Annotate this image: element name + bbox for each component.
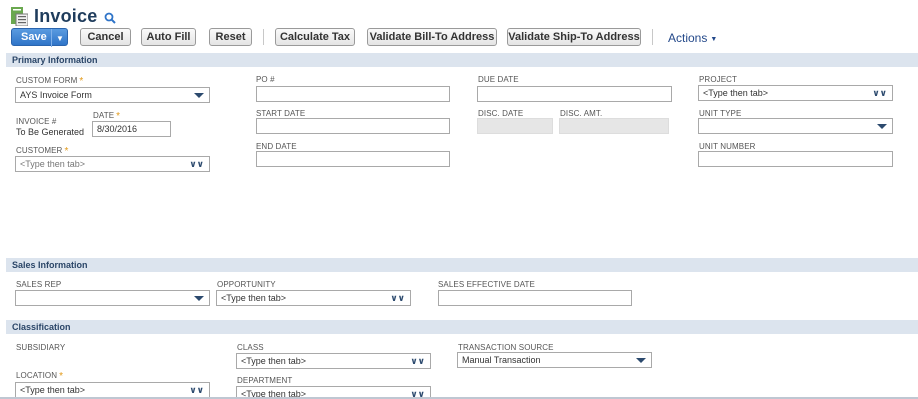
double-chevron-down-icon[interactable]: ∨∨ (390, 292, 405, 304)
class-input[interactable]: <Type then tab> ∨∨ (236, 353, 431, 369)
opportunity-label: OPPORTUNITY (217, 280, 276, 289)
validate-ship-to-button[interactable]: Validate Ship-To Address (507, 28, 641, 46)
dropdown-arrow-icon (877, 124, 887, 129)
sales-rep-label: SALES REP (16, 280, 62, 289)
customer-placeholder: <Type then tab> (20, 159, 86, 169)
chevron-down-icon: ▼ (710, 36, 718, 43)
sales-rep-select[interactable] (15, 290, 210, 306)
invoice-number-value: To Be Generated (16, 127, 85, 137)
required-indicator: * (59, 371, 64, 382)
page-header: Invoice (11, 5, 117, 27)
date-input[interactable]: 8/30/2016 (92, 121, 171, 137)
chevron-down-icon[interactable]: ▼ (51, 29, 68, 47)
section-sales-information[interactable]: Sales Information (6, 258, 918, 272)
double-chevron-down-icon[interactable]: ∨∨ (872, 87, 887, 99)
search-icon[interactable] (104, 11, 117, 24)
cancel-button[interactable]: Cancel (80, 28, 131, 46)
required-indicator: * (79, 76, 84, 87)
opportunity-input[interactable]: <Type then tab> ∨∨ (216, 290, 411, 306)
custom-form-label: CUSTOM FORM * (16, 76, 84, 87)
opportunity-value: <Type then tab> (221, 293, 287, 303)
unit-type-label: UNIT TYPE (699, 109, 742, 118)
save-button-label: Save (21, 31, 47, 43)
transaction-source-label: TRANSACTION SOURCE (458, 343, 554, 352)
actions-label: Actions (668, 31, 708, 45)
class-value: <Type then tab> (241, 356, 307, 366)
calculate-tax-button[interactable]: Calculate Tax (275, 28, 355, 46)
customer-input[interactable]: <Type then tab> ∨∨ (15, 156, 210, 172)
class-label: CLASS (237, 343, 264, 352)
disc-amt-input (559, 118, 669, 134)
po-number-input[interactable] (256, 86, 450, 102)
start-date-input[interactable] (256, 118, 450, 134)
custom-form-select[interactable]: AYS Invoice Form (15, 87, 210, 103)
dropdown-arrow-icon (194, 296, 204, 301)
double-chevron-down-icon[interactable]: ∨∨ (189, 158, 204, 170)
double-chevron-down-icon[interactable]: ∨∨ (410, 355, 425, 367)
transaction-source-value: Manual Transaction (462, 355, 541, 365)
disc-amt-label: DISC. AMT. (560, 109, 603, 118)
unit-number-input[interactable] (698, 151, 893, 167)
actions-menu[interactable]: Actions ▼ (668, 31, 717, 45)
section-primary-information[interactable]: Primary Information (6, 53, 918, 67)
dropdown-arrow-icon (194, 93, 204, 98)
subsidiary-label: SUBSIDIARY (16, 343, 66, 352)
reset-button[interactable]: Reset (209, 28, 252, 46)
sales-effective-date-label: SALES EFFECTIVE DATE (438, 280, 535, 289)
project-input[interactable]: <Type then tab> ∨∨ (698, 85, 893, 101)
end-date-label: END DATE (256, 142, 297, 151)
validate-bill-to-button[interactable]: Validate Bill-To Address (367, 28, 497, 46)
section-classification[interactable]: Classification (6, 320, 918, 334)
disc-date-input (477, 118, 553, 134)
save-button[interactable]: Save ▼ (11, 28, 68, 47)
location-value: <Type then tab> (20, 385, 86, 395)
po-number-label: PO # (256, 75, 275, 84)
dropdown-arrow-icon (636, 358, 646, 363)
double-chevron-down-icon[interactable]: ∨∨ (189, 384, 204, 396)
project-label: PROJECT (699, 75, 738, 84)
toolbar-divider (263, 29, 264, 45)
transaction-source-select[interactable]: Manual Transaction (457, 352, 652, 368)
sales-effective-date-input[interactable] (438, 290, 632, 306)
due-date-label: DUE DATE (478, 75, 519, 84)
due-date-input[interactable] (477, 86, 672, 102)
invoice-number-label: INVOICE # (16, 117, 57, 126)
disc-date-label: DISC. DATE (478, 109, 524, 118)
department-label: DEPARTMENT (237, 376, 293, 385)
toolbar-divider (652, 29, 653, 45)
unit-type-select[interactable] (698, 118, 893, 134)
location-input[interactable]: <Type then tab> ∨∨ (15, 382, 210, 398)
auto-fill-button[interactable]: Auto Fill (141, 28, 196, 46)
project-value: <Type then tab> (703, 88, 769, 98)
invoice-icon (11, 6, 29, 27)
location-label: LOCATION * (16, 371, 64, 382)
start-date-label: START DATE (256, 109, 306, 118)
custom-form-value: AYS Invoice Form (20, 90, 92, 100)
customer-label: CUSTOMER * (16, 146, 69, 157)
end-date-input[interactable] (256, 151, 450, 167)
unit-number-label: UNIT NUMBER (699, 142, 756, 151)
date-label: DATE * (93, 111, 121, 122)
page-title: Invoice (34, 5, 98, 26)
